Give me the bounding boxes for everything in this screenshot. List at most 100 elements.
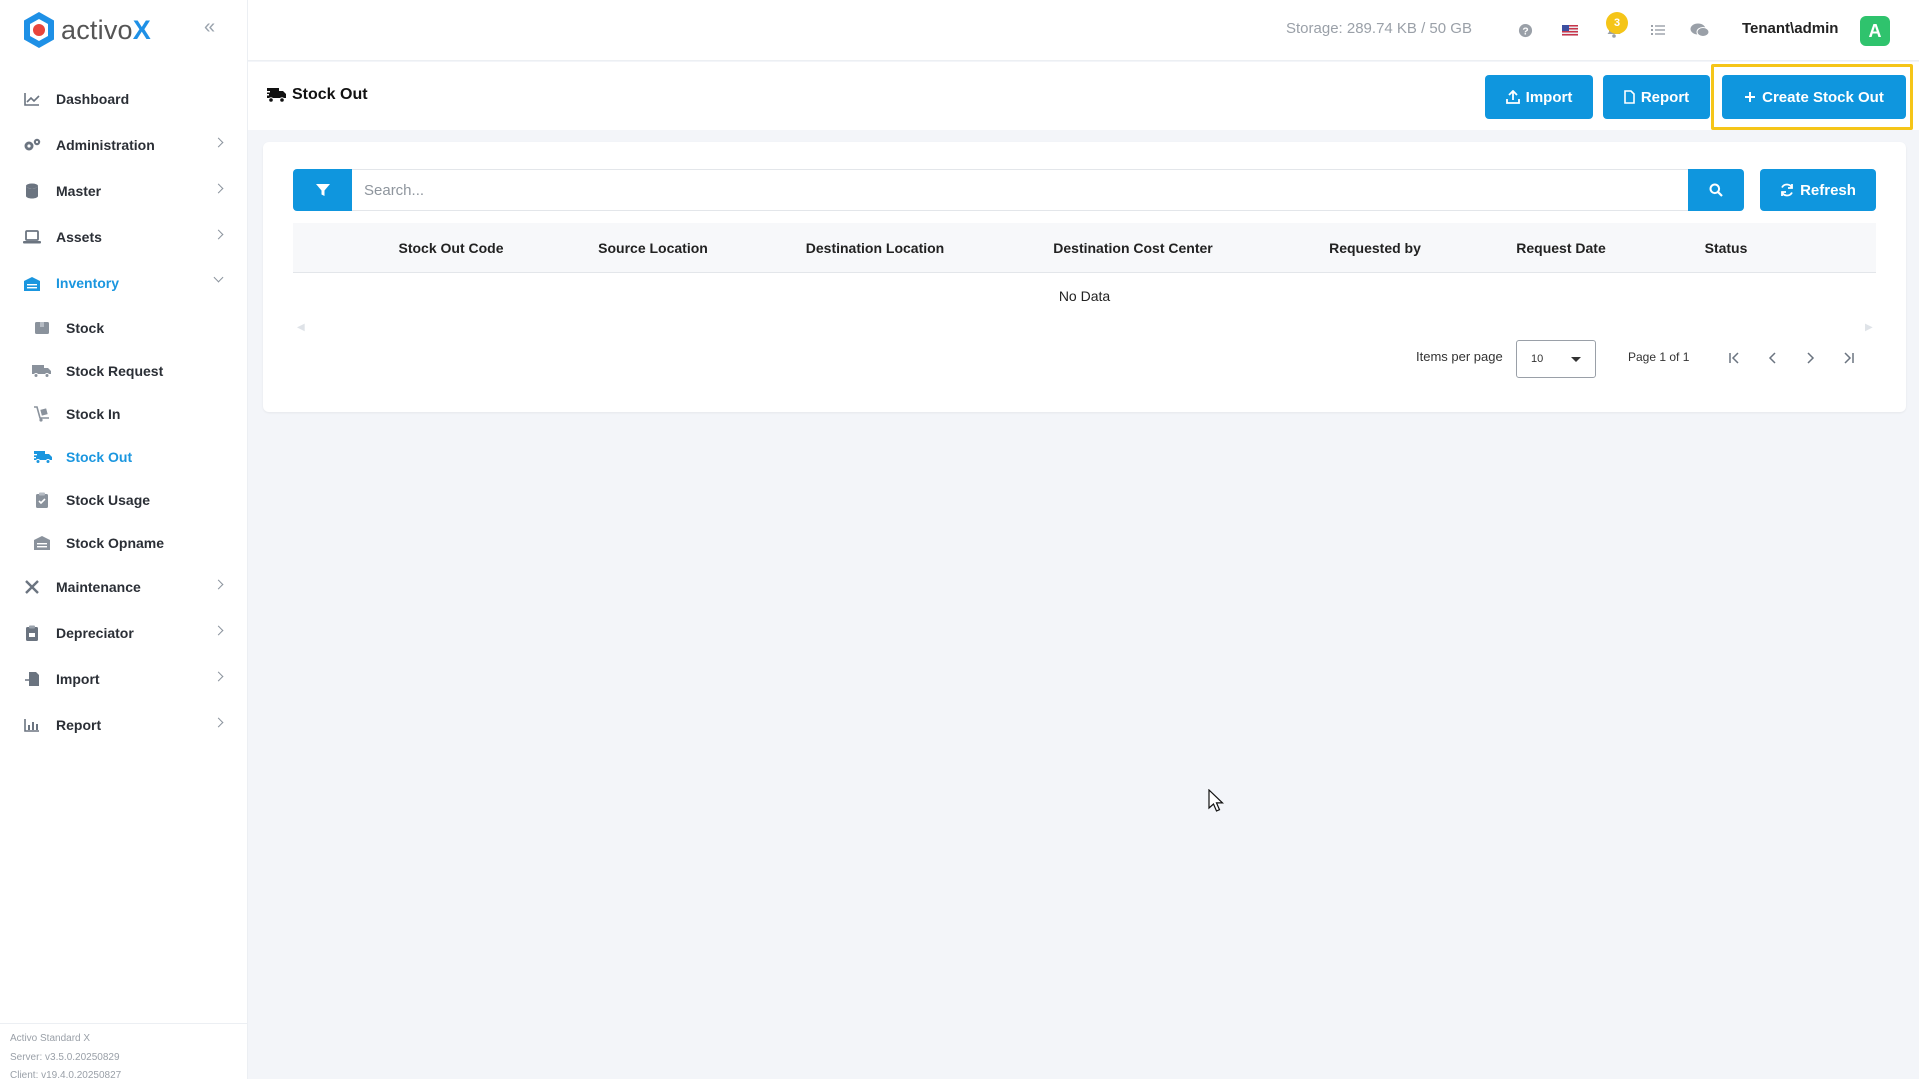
- sidebar-item-administration[interactable]: Administration: [0, 122, 248, 168]
- mouse-cursor-icon: [1208, 788, 1224, 818]
- search-button[interactable]: [1688, 169, 1744, 211]
- sidebar-subitem-stock-opname[interactable]: Stock Opname: [0, 521, 248, 564]
- svg-text:?: ?: [1522, 26, 1528, 37]
- sidebar-item-label: Stock Opname: [66, 534, 165, 551]
- column-header[interactable]: Requested by: [1329, 240, 1421, 256]
- avatar[interactable]: A: [1860, 16, 1890, 46]
- sidebar-subitem-stock[interactable]: Stock: [0, 306, 248, 349]
- caret-down-icon: [1571, 357, 1581, 362]
- sidebar-item-master[interactable]: Master: [0, 168, 248, 214]
- sidebar-item-label: Stock Out: [66, 448, 133, 465]
- sidebar-item-label: Import: [56, 671, 100, 687]
- collapse-sidebar-icon[interactable]: «: [204, 17, 215, 37]
- sidebar-item-label: Master: [56, 183, 102, 199]
- items-per-page-value: 10: [1531, 353, 1544, 365]
- truck-fast-icon: [264, 87, 286, 103]
- chevron-right-icon: [213, 137, 224, 148]
- highlight-box: [1711, 64, 1913, 130]
- chevron-right-icon: [213, 671, 224, 682]
- product-name: Activo Standard X: [10, 1033, 91, 1044]
- sidebar: activoX « Dashboard Administration Maste…: [0, 0, 248, 1079]
- sidebar-item-label: Stock Request: [66, 362, 164, 379]
- refresh-label: Refresh: [1800, 181, 1856, 199]
- filter-button[interactable]: [293, 169, 352, 211]
- sidebar-item-inventory[interactable]: Inventory: [0, 260, 248, 306]
- sidebar-item-maintenance[interactable]: Maintenance: [0, 564, 248, 610]
- us-flag-icon[interactable]: [1560, 20, 1580, 40]
- filter-icon: [315, 184, 330, 196]
- search-input[interactable]: [352, 169, 1688, 211]
- sidebar-item-label: Dashboard: [56, 91, 130, 107]
- sidebar-item-label: Maintenance: [56, 579, 141, 595]
- gears-icon: [22, 137, 42, 153]
- column-header[interactable]: Source Location: [598, 240, 708, 256]
- column-header[interactable]: Request Date: [1516, 240, 1605, 256]
- chevron-right-icon: [213, 625, 224, 636]
- file-import-icon: [22, 671, 42, 687]
- user-name[interactable]: Tenant\admin: [1742, 20, 1838, 37]
- sidebar-item-dashboard[interactable]: Dashboard: [0, 76, 248, 122]
- server-version: Server: v3.5.0.20250829: [10, 1051, 120, 1063]
- search-row: Refresh: [293, 169, 1876, 211]
- truck-icon: [32, 363, 52, 379]
- sidebar-item-depreciator[interactable]: Depreciator: [0, 610, 248, 656]
- items-per-page-label: Items per page: [1416, 349, 1503, 364]
- scroll-left-icon[interactable]: ◀: [297, 322, 305, 333]
- first-page-button[interactable]: [1723, 346, 1747, 370]
- storage-usage: Storage: 289.74 KB / 50 GB: [1286, 20, 1472, 37]
- chevron-right-icon: [1807, 352, 1815, 364]
- sidebar-item-import[interactable]: Import: [0, 656, 248, 702]
- upload-icon: [1505, 90, 1520, 104]
- sidebar-item-label: Stock: [66, 319, 105, 336]
- version-info: Activo Standard X Server: v3.5.0.2025082…: [0, 1023, 248, 1079]
- task-list-icon[interactable]: [1648, 20, 1668, 40]
- import-button-label: Import: [1525, 88, 1573, 106]
- stock-out-card: Refresh Stock Out Code Source Location D…: [263, 142, 1906, 412]
- sidebar-subitem-stock-request[interactable]: Stock Request: [0, 349, 248, 392]
- activo-logo-icon: [24, 12, 54, 48]
- clipboard-check-icon: [32, 492, 52, 508]
- sidebar-item-report[interactable]: Report: [0, 702, 248, 748]
- sidebar-subitem-stock-usage[interactable]: Stock Usage: [0, 478, 248, 521]
- help-icon[interactable]: ?: [1515, 20, 1535, 40]
- report-button[interactable]: Report: [1603, 75, 1710, 119]
- refresh-button[interactable]: Refresh: [1760, 169, 1876, 211]
- last-page-icon: [1844, 352, 1854, 364]
- first-page-icon: [1729, 352, 1739, 364]
- chart-line-icon: [22, 91, 42, 107]
- table-header: Stock Out Code Source Location Destinati…: [293, 223, 1876, 273]
- last-page-button[interactable]: [1836, 346, 1860, 370]
- scroll-right-icon[interactable]: ▶: [1865, 322, 1873, 333]
- column-header[interactable]: Destination Cost Center: [1053, 240, 1212, 256]
- column-header[interactable]: Stock Out Code: [398, 240, 503, 256]
- next-page-button[interactable]: [1798, 346, 1822, 370]
- bar-chart-icon: [22, 717, 42, 733]
- sidebar-item-label: Administration: [56, 137, 155, 153]
- items-per-page-select[interactable]: 10: [1516, 340, 1596, 378]
- sidebar-item-label: Stock Usage: [66, 491, 151, 508]
- report-button-label: Report: [1640, 88, 1690, 106]
- chat-icon[interactable]: [1690, 20, 1710, 40]
- refresh-icon: [1780, 183, 1794, 197]
- column-header[interactable]: Destination Location: [806, 240, 944, 256]
- chevron-right-icon: [213, 579, 224, 590]
- prev-page-button[interactable]: [1761, 346, 1785, 370]
- notification-badge: 3: [1606, 12, 1628, 34]
- page-header: Stock Out Import Report Create Stock Out: [248, 62, 1919, 130]
- database-icon: [22, 183, 42, 199]
- file-icon: [1624, 90, 1635, 104]
- sidebar-item-label: Report: [56, 717, 102, 733]
- search-icon: [1709, 183, 1723, 197]
- page-title: Stock Out: [264, 86, 368, 104]
- column-header[interactable]: Status: [1705, 240, 1748, 256]
- truck-fast-icon: [32, 449, 52, 465]
- chevron-left-icon: [1768, 352, 1776, 364]
- sidebar-subitem-stock-in[interactable]: Stock In: [0, 392, 248, 435]
- chevron-right-icon: [213, 229, 224, 240]
- sidebar-subitem-stock-out[interactable]: Stock Out: [0, 435, 248, 478]
- sidebar-item-label: Assets: [56, 229, 102, 245]
- import-button[interactable]: Import: [1485, 75, 1593, 119]
- logo[interactable]: activoX: [22, 10, 151, 50]
- sidebar-item-assets[interactable]: Assets: [0, 214, 248, 260]
- topbar: Storage: 289.74 KB / 50 GB ? 3 Tenant\ad…: [248, 0, 1919, 61]
